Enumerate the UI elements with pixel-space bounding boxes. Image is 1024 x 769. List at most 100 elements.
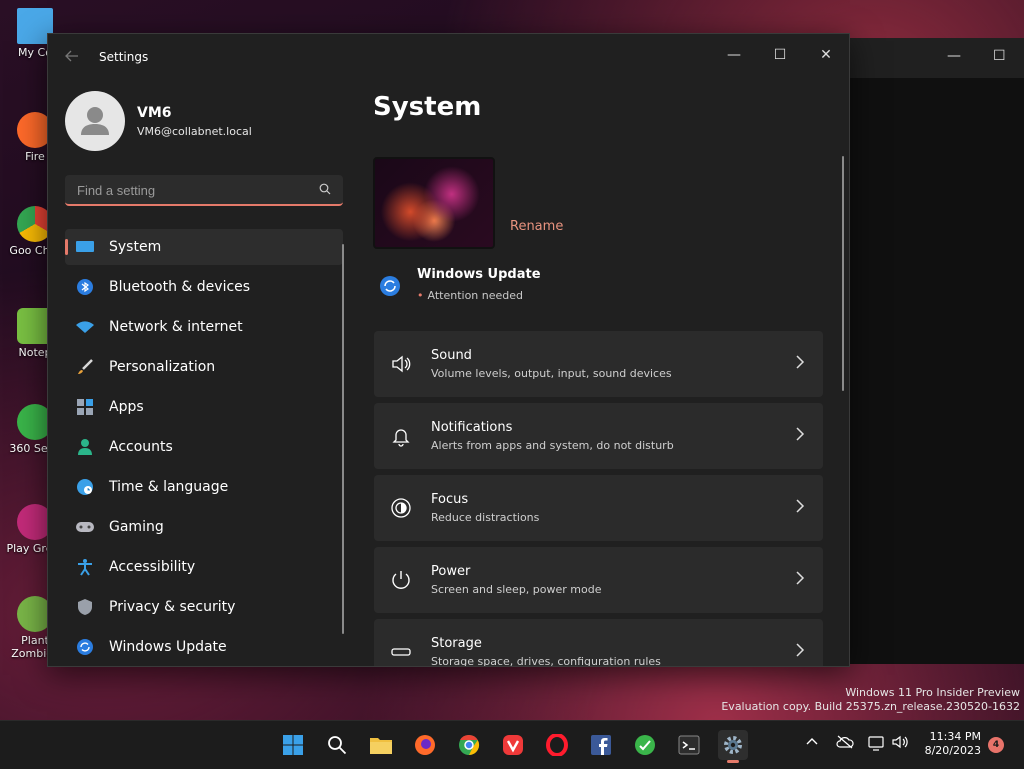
chevron-right-icon — [796, 427, 805, 441]
sidebar-item-label: Gaming — [109, 519, 164, 535]
taskbar: 11:34 PM 8/20/2023 4 — [0, 720, 1024, 769]
card-title: Focus — [431, 492, 469, 507]
taskbar-app-settings[interactable] — [718, 730, 748, 763]
taskbar-app-chrome[interactable] — [454, 730, 484, 760]
sidebar-item-accounts[interactable]: Accounts — [65, 429, 343, 465]
card-subtitle: Reduce distractions — [431, 511, 540, 524]
minimize-icon: — — [727, 47, 741, 63]
desktop-wallpaper-thumbnail — [373, 157, 495, 249]
accounts-icon — [75, 437, 95, 457]
maximize-button[interactable]: ☐ — [993, 48, 1006, 64]
rename-link[interactable]: Rename — [510, 219, 563, 234]
update-icon — [380, 276, 400, 296]
notification-badge[interactable]: 4 — [988, 737, 1004, 753]
search-icon — [328, 736, 347, 755]
minimize-button[interactable]: — — [947, 48, 961, 64]
globe-icon — [75, 477, 95, 497]
taskbar-app-opera[interactable] — [542, 730, 572, 760]
card-title: Sound — [431, 348, 472, 363]
sidebar-item-privacy[interactable]: Privacy & security — [65, 589, 343, 625]
start-button[interactable] — [278, 730, 308, 760]
maximize-icon: ☐ — [773, 47, 787, 63]
folder-icon — [370, 738, 392, 754]
arrow-left-icon — [65, 50, 78, 62]
windows-update-title[interactable]: Windows Update — [417, 267, 541, 282]
sidebar-item-label: Privacy & security — [109, 599, 236, 615]
page-title: System — [373, 92, 482, 122]
card-subtitle: Screen and sleep, power mode — [431, 583, 602, 596]
network-tray-icon[interactable] — [868, 735, 886, 755]
network-icon — [868, 736, 884, 751]
background-window-titlebar[interactable]: — ☐ — [841, 38, 1024, 78]
card-focus[interactable]: Focus Reduce distractions — [374, 475, 823, 541]
sidebar-item-accessibility[interactable]: Accessibility — [65, 549, 343, 585]
sidebar-item-bluetooth[interactable]: Bluetooth & devices — [65, 269, 343, 305]
sidebar-item-gaming[interactable]: Gaming — [65, 509, 343, 545]
taskbar-app-terminal[interactable] — [674, 730, 704, 760]
sidebar-item-label: Accessibility — [109, 559, 196, 575]
settings-window: Settings — ☐ ✕ VM6 VM6@collabnet.local S… — [47, 33, 850, 667]
minimize-button[interactable]: — — [711, 40, 757, 70]
desktop-icon-label: Fire — [25, 150, 45, 163]
chevron-right-icon — [796, 571, 805, 585]
taskbar-app-file-explorer[interactable] — [366, 730, 396, 760]
power-icon — [392, 571, 410, 589]
user-email: VM6@collabnet.local — [137, 125, 252, 138]
search-button[interactable] — [322, 730, 352, 760]
onedrive-tray-icon[interactable] — [836, 735, 854, 753]
back-button[interactable] — [62, 48, 82, 68]
maximize-button[interactable]: ☐ — [757, 40, 803, 70]
card-sound[interactable]: Sound Volume levels, output, input, soun… — [374, 331, 823, 397]
sidebar-item-label: Accounts — [109, 439, 173, 455]
card-power[interactable]: Power Screen and sleep, power mode — [374, 547, 823, 613]
taskbar-app-360[interactable] — [630, 730, 660, 760]
search-box[interactable] — [65, 175, 343, 206]
title-bar[interactable]: Settings — ☐ ✕ — [48, 34, 849, 82]
360-security-icon — [635, 735, 655, 755]
card-storage[interactable]: Storage Storage space, drives, configura… — [374, 619, 823, 667]
sidebar-item-system[interactable]: System — [65, 229, 343, 265]
accessibility-icon — [75, 557, 95, 577]
clock[interactable]: 11:34 PM 8/20/2023 — [915, 730, 981, 758]
sidebar-item-label: System — [109, 239, 162, 255]
sidebar-item-network[interactable]: Network & internet — [65, 309, 343, 345]
taskbar-app-firefox[interactable] — [410, 730, 440, 760]
avatar[interactable] — [65, 91, 125, 151]
close-icon: ✕ — [820, 47, 832, 63]
card-subtitle: Storage space, drives, configuration rul… — [431, 655, 661, 667]
show-hidden-icons-button[interactable] — [806, 735, 818, 750]
sidebar-item-label: Apps — [109, 399, 144, 415]
focus-icon — [391, 498, 411, 518]
volume-tray-icon[interactable] — [892, 735, 908, 753]
sidebar-scrollbar[interactable] — [342, 244, 344, 634]
chevron-right-icon — [796, 499, 805, 513]
wifi-icon — [75, 317, 95, 337]
card-notifications[interactable]: Notifications Alerts from apps and syste… — [374, 403, 823, 469]
speaker-icon — [892, 735, 908, 749]
sidebar-item-label: Bluetooth & devices — [109, 279, 251, 295]
apps-icon — [75, 397, 95, 417]
speaker-icon — [392, 355, 411, 373]
clock-date: 8/20/2023 — [924, 744, 981, 757]
search-icon[interactable] — [319, 183, 331, 195]
chevron-up-icon — [806, 738, 818, 745]
sidebar-item-label: Personalization — [109, 359, 216, 375]
sidebar-item-personalization[interactable]: Personalization — [65, 349, 343, 385]
taskbar-app-facebook[interactable] — [586, 730, 616, 760]
clock-time: 11:34 PM — [929, 730, 981, 743]
sidebar-item-time-language[interactable]: Time & language — [65, 469, 343, 505]
search-input[interactable] — [75, 179, 309, 201]
status-dot-icon: • — [417, 289, 424, 302]
taskbar-app-vivaldi[interactable] — [498, 730, 528, 760]
background-window[interactable]: — ☐ — [840, 38, 1024, 664]
update-icon — [75, 637, 95, 657]
firefox-icon — [415, 735, 435, 755]
card-title: Power — [431, 564, 471, 579]
watermark-line: Evaluation copy. Build 25375.zn_release.… — [721, 700, 1020, 713]
sidebar-item-apps[interactable]: Apps — [65, 389, 343, 425]
card-subtitle: Volume levels, output, input, sound devi… — [431, 367, 672, 380]
main-scrollbar[interactable] — [842, 156, 844, 391]
sidebar-item-label: Network & internet — [109, 319, 243, 335]
close-button[interactable]: ✕ — [803, 40, 849, 70]
sidebar-item-windows-update[interactable]: Windows Update — [65, 629, 343, 665]
